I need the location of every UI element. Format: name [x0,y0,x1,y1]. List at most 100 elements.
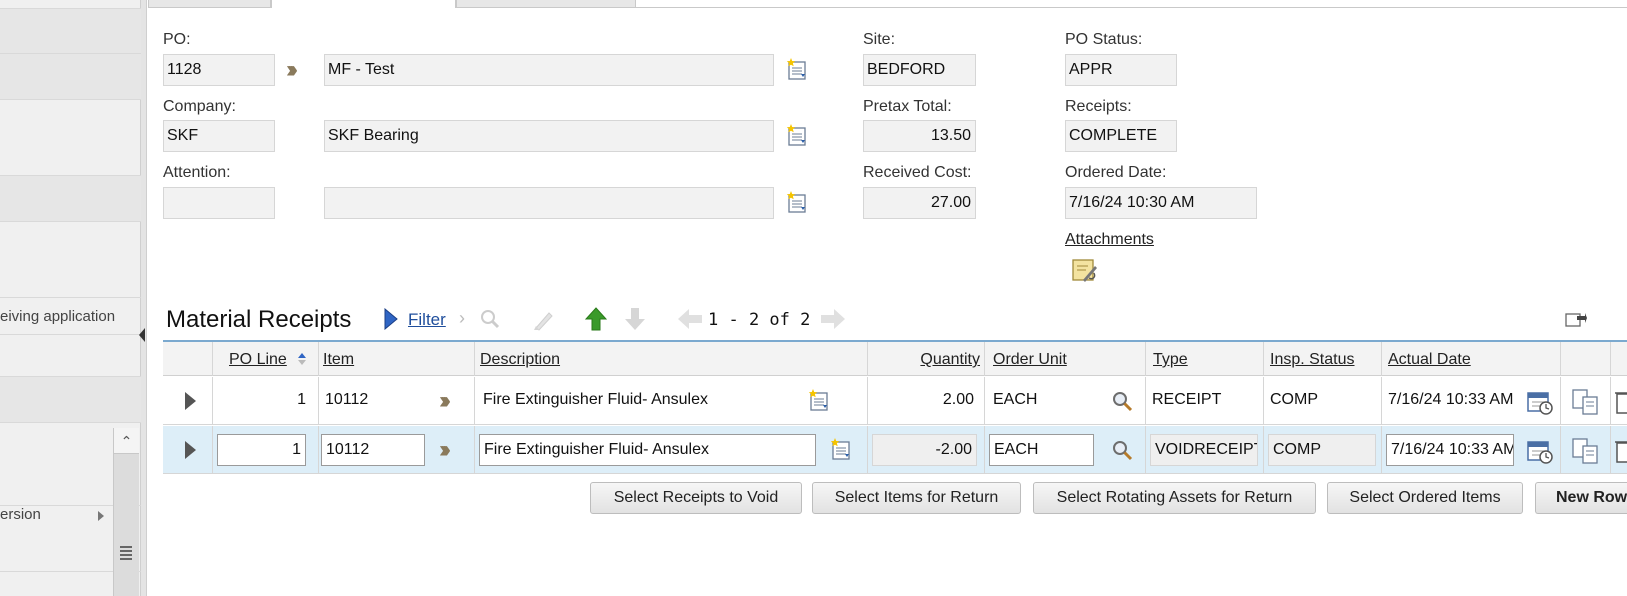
po-number-field[interactable]: 1128 [163,54,275,86]
cell-description: Fire Extinguisher Fluid- Ansulex [475,377,868,425]
header-label: Quantity [920,351,980,368]
detail-menu-icon[interactable] [829,437,853,461]
po-description-field[interactable]: MF - Test [324,54,774,86]
chevron-right-icon: › [459,308,465,328]
previous-page-icon[interactable] [677,308,703,330]
copy-icon[interactable] [1571,437,1601,465]
table-row-selected[interactable]: 1 10112 ››› Fire Extinguisher Fluid- Ans… [163,426,1627,474]
pager-text: 1 - 2 of 2 [708,310,811,330]
cell-type: RECEIPT [1146,377,1264,425]
sidebar-item[interactable]: eiving application [0,298,141,335]
tab-strip [148,0,1627,8]
attachments-link[interactable]: Attachments [1065,231,1154,249]
submenu-arrow-icon [98,511,104,521]
po-status-field: APPR [1065,54,1177,86]
delete-icon[interactable] [1615,389,1627,415]
next-page-icon[interactable] [820,308,846,330]
header-label: Actual Date [1388,351,1471,368]
po-status-label: PO Status: [1065,31,1143,48]
row-expand-cell[interactable] [163,377,213,425]
select-ordered-items-button[interactable]: Select Ordered Items [1327,482,1523,514]
po-line-input[interactable]: 1 [217,434,306,466]
header-item[interactable]: Item [319,342,475,376]
double-chevron-icon[interactable]: ››› [286,58,298,82]
attention-code-field[interactable] [163,187,275,219]
tab-active[interactable] [271,0,456,8]
quantity-value: 2.00 [942,391,974,408]
select-rotating-assets-for-return-button[interactable]: Select Rotating Assets for Return [1033,482,1316,514]
company-name-field[interactable]: SKF Bearing [324,120,774,152]
select-receipts-to-void-button[interactable]: Select Receipts to Void [590,482,802,514]
attachment-icon[interactable] [1071,256,1099,284]
header-cell [163,342,213,376]
arrow-down-icon[interactable] [624,307,646,331]
sidebar-band [0,9,141,54]
download-icon[interactable] [1565,311,1587,329]
header-quantity[interactable]: Quantity [868,342,985,376]
left-navigation-panel: eiving application ersion ⌃ [0,0,141,596]
header-label: Type [1153,351,1188,368]
received-cost-label: Received Cost: [863,164,972,181]
panel-splitter[interactable] [141,0,147,596]
search-icon[interactable] [1111,439,1133,461]
row-expand-cell[interactable] [163,426,213,474]
cell-po-line: 1 [213,426,319,474]
description-input[interactable]: Fire Extinguisher Fluid- Ansulex [479,434,816,466]
search-icon[interactable] [1111,390,1133,412]
pretax-total-label: Pretax Total: [863,98,952,115]
select-items-for-return-button[interactable]: Select Items for Return [812,482,1021,514]
clear-filter-icon[interactable] [531,308,555,332]
ordered-date-field: 7/16/24 10:30 AM [1065,187,1257,219]
header-order-unit[interactable]: Order Unit [985,342,1146,376]
pretax-total-field: 13.50 [863,120,976,152]
table-row[interactable]: 1 10112 ››› Fire Extinguisher Fluid- Ans… [163,377,1627,425]
header-type[interactable]: Type [1146,342,1264,376]
arrow-up-icon[interactable] [585,307,607,331]
calendar-icon[interactable] [1526,437,1554,465]
sort-ascending-icon[interactable] [297,352,307,366]
cell-delete [1611,426,1627,474]
actual-date-input[interactable]: 7/16/24 10:33 AM [1386,434,1514,466]
calendar-icon[interactable] [1526,388,1554,416]
delete-icon[interactable] [1615,438,1627,464]
collapse-panel-icon[interactable] [139,328,145,342]
filter-link[interactable]: Filter [408,310,446,330]
site-field[interactable]: BEDFORD [863,54,976,86]
tab-other[interactable] [456,0,636,8]
cell-delete [1611,377,1627,425]
header-description[interactable]: Description [475,342,868,376]
detail-menu-icon[interactable] [785,190,809,214]
tab-divider [636,7,1627,8]
double-chevron-icon[interactable]: ››› [439,438,451,462]
double-chevron-icon[interactable]: ››› [439,389,451,413]
cell-item: 10112 ››› [319,426,475,474]
detail-menu-icon[interactable] [807,388,831,412]
item-input[interactable]: 10112 [321,434,425,466]
sidebar-scrollbar[interactable]: ⌃ [113,428,139,596]
scroll-up-icon[interactable]: ⌃ [114,428,139,454]
header-insp-status[interactable]: Insp. Status [1264,342,1382,376]
sidebar-band [0,100,141,176]
header-actual-date[interactable]: Actual Date [1382,342,1561,376]
detail-menu-icon[interactable] [785,123,809,147]
copy-icon[interactable] [1571,388,1601,416]
detail-menu-icon[interactable] [785,57,809,81]
filter-expand-icon[interactable] [383,308,399,330]
sidebar-item-label: eiving application [0,308,116,325]
company-code-field[interactable]: SKF [163,120,275,152]
receipts-label: Receipts: [1065,98,1132,115]
cell-item: 10112 ››› [319,377,475,425]
expand-row-icon[interactable] [185,392,196,410]
cell-actual-date: 7/16/24 10:33 AM [1382,377,1561,425]
new-row-button[interactable]: New Row [1535,482,1627,514]
order-unit-input[interactable]: EACH [989,434,1094,466]
sidebar-item-label: ersion [0,506,41,523]
tab-list[interactable] [148,0,271,8]
cell-order-unit: EACH [985,426,1146,474]
header-label: Order Unit [993,351,1067,368]
attention-name-field[interactable] [324,187,774,219]
expand-row-icon[interactable] [185,441,196,459]
header-po-line[interactable]: PO Line [213,342,319,376]
find-icon[interactable] [479,308,501,330]
scroll-grip-icon[interactable] [120,546,132,562]
